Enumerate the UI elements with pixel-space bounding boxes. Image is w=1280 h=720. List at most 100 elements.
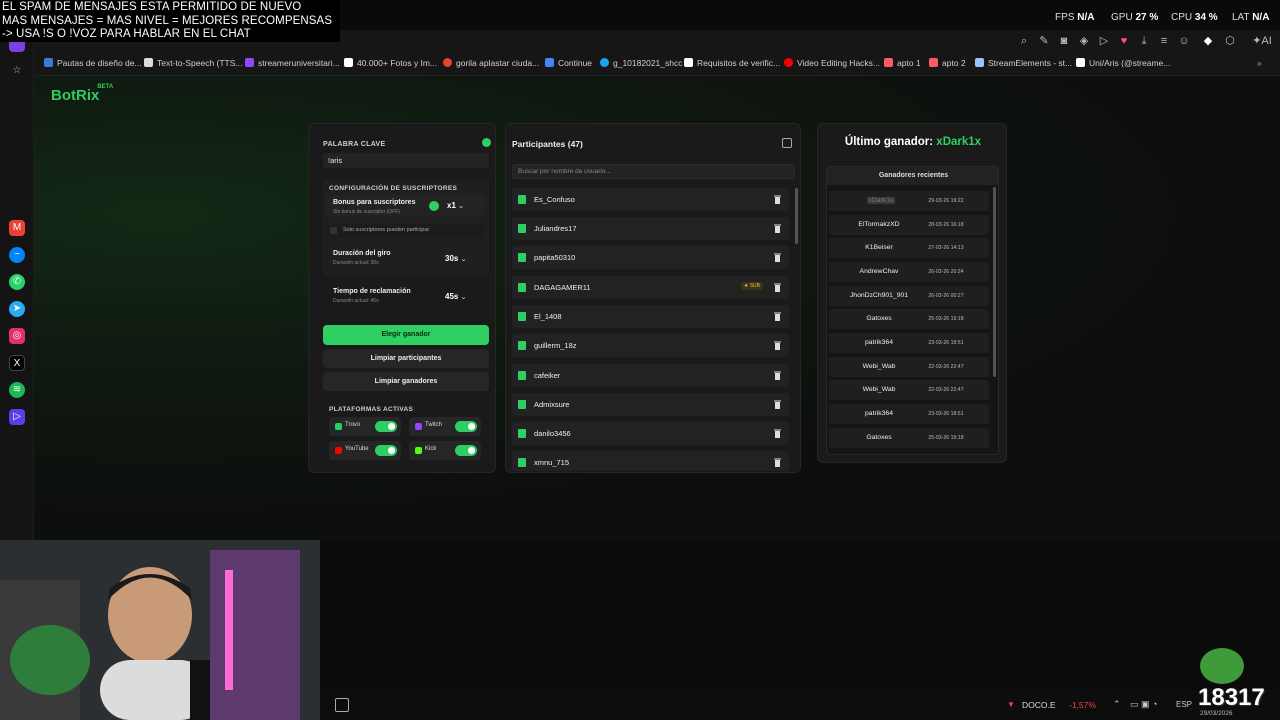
trash-icon[interactable] [774, 253, 781, 262]
more-bookmarks-icon[interactable]: » [1257, 58, 1262, 68]
participant-row: El_1408 [512, 305, 789, 328]
fps-stat: FPS N/A [1055, 12, 1095, 23]
download-icon[interactable]: ⤓ [1137, 34, 1151, 48]
youtube-toggle[interactable] [375, 445, 397, 456]
kick-icon [518, 283, 526, 292]
bonus-title: Bonus para suscriptores [333, 199, 416, 206]
overlay-line: EL SPAM DE MENSAJES ESTA PERMITIDO DE NU… [2, 1, 302, 13]
bookmark-item[interactable]: Continue [545, 58, 592, 68]
kick-icon [518, 400, 526, 409]
trash-icon[interactable] [774, 283, 781, 292]
trash-icon[interactable] [774, 429, 781, 438]
participant-row: cafeiker [512, 364, 789, 387]
spin-hint: Duración actual: 30s [333, 260, 379, 266]
profile-icon[interactable]: ☺ [1177, 34, 1191, 48]
platform-youtube: YouTube [329, 441, 401, 460]
bonus-select[interactable]: x1 ⌄ [447, 201, 464, 210]
winner-row: JhonDzCh901_901 26-03-26 00:27 [829, 286, 989, 306]
spotify-icon[interactable]: ≋ [9, 382, 25, 398]
kick-icon [518, 458, 526, 467]
instagram-icon[interactable]: ◎ [9, 328, 25, 344]
sub-badge: ★ SUB [740, 282, 763, 290]
tray-icons[interactable]: ▭ ▣ ◔ [1130, 699, 1157, 710]
tray-chevron-icon[interactable]: ⌃ [1113, 699, 1121, 710]
windows-taskbar: ▼ DOCO.E -1,57% ⌃ ▭ ▣ ◔ ESP 29/03/2026 1… [320, 648, 1280, 720]
kick-icon [415, 447, 422, 454]
player-icon[interactable]: ▷ [9, 409, 25, 425]
claim-title: Tiempo de reclamación [333, 288, 411, 295]
trash-icon[interactable] [774, 341, 781, 350]
extension-icon[interactable]: ◆ [1201, 34, 1215, 48]
bookmark-item[interactable]: Text-to-Speech (TTS... [144, 58, 243, 68]
clear-participants-button[interactable]: Limpiar participantes [323, 349, 489, 368]
participant-row: DAGAGAMER11 ★ SUB [512, 276, 789, 299]
performance-stats-bar: FPS N/A GPU 27 % CPU 34 % LAT N/A [340, 0, 1280, 30]
bookmark-item[interactable]: Requisitos de verific... [684, 58, 780, 68]
whatsapp-icon[interactable]: ✆ [9, 274, 25, 290]
recent-winners-list: Ganadores recientes xDark1x 29-03-26 19:2… [826, 166, 999, 455]
subs-only-checkbox[interactable] [330, 227, 337, 234]
clear-winners-button[interactable]: Limpiar ganadores [323, 372, 489, 391]
bonus-row: Bonus para suscriptores Sin bonus de sus… [327, 195, 485, 217]
star-icon[interactable]: ☆ [9, 63, 25, 79]
trash-icon[interactable] [774, 400, 781, 409]
trash-icon[interactable] [774, 458, 781, 467]
telegram-icon[interactable]: ➤ [9, 301, 25, 317]
x-twitter-icon[interactable]: X [9, 355, 25, 371]
claim-time-row: Tiempo de reclamación Duración actual: 4… [327, 283, 485, 307]
keyword-input[interactable]: !aris [323, 153, 489, 168]
trash-icon[interactable] [774, 371, 781, 380]
pick-winner-button[interactable]: Elegir ganador [323, 325, 489, 345]
stock-ticker[interactable]: DOCO.E [1022, 700, 1056, 710]
overlay-line: MAS MENSAJES = MAS NIVEL = MEJORES RECOM… [2, 14, 333, 27]
messenger-icon[interactable]: ~ [9, 247, 25, 263]
twitch-toggle[interactable] [455, 421, 477, 432]
platform-twitch: Twitch [409, 417, 481, 436]
menu-icon[interactable]: ≡ [1157, 34, 1171, 48]
spin-duration-select[interactable]: 30s ⌄ [445, 254, 466, 263]
bookmark-item[interactable]: g_10182021_shcc [600, 58, 682, 68]
participant-row: Admixsure [512, 393, 789, 416]
gmail-icon[interactable]: M [9, 220, 25, 236]
platform-trovo: Trovo [329, 417, 401, 436]
settings-icon[interactable]: ⬡ [1223, 34, 1237, 48]
trash-icon[interactable] [774, 224, 781, 233]
claim-time-select[interactable]: 45s ⌄ [445, 292, 466, 301]
camera-icon[interactable]: ◙ [1057, 34, 1071, 48]
pepe-emote-icon [1200, 648, 1244, 684]
bookmark-item[interactable]: 40.000+ Fotos y Im... [344, 58, 437, 68]
copy-icon[interactable] [782, 138, 792, 148]
kick-icon [518, 341, 526, 350]
bookmark-item[interactable]: gorila aplastar ciuda... [443, 58, 539, 68]
search-participants-input[interactable]: Buscar por nombre de usuario... [512, 164, 795, 179]
subs-only-row[interactable]: Solo suscriptores pueden participar [327, 224, 485, 237]
app-taskbar-icon[interactable] [335, 698, 349, 712]
bookmark-item[interactable]: StreamElements - st... [975, 58, 1072, 68]
bookmark-item[interactable]: streameruniversitari... [245, 58, 340, 68]
streamer-webcam [0, 540, 320, 720]
bookmark-item[interactable]: Uni/Aris (@streame... [1076, 58, 1170, 68]
trash-icon[interactable] [774, 195, 781, 204]
trash-icon[interactable] [774, 312, 781, 321]
bookmark-item[interactable]: Pautas de diseño de... [44, 58, 142, 68]
ai-icon[interactable]: ✦AI [1249, 34, 1275, 48]
language-indicator[interactable]: ESP [1176, 700, 1192, 709]
winners-scrollbar[interactable] [993, 187, 996, 377]
trovo-toggle[interactable] [375, 421, 397, 432]
bookmark-item[interactable]: apto 1 [884, 58, 921, 68]
participant-row: xmnu_715 [512, 451, 789, 471]
kick-toggle[interactable] [455, 445, 477, 456]
youtube-icon [335, 447, 342, 454]
winner-row: Webi_Wab 22-03-26 22:47 [829, 380, 989, 400]
heart-icon[interactable]: ♥ [1117, 34, 1131, 48]
botrix-logo[interactable]: BotRixBETA [51, 84, 115, 104]
shield-icon[interactable]: ◈ [1077, 34, 1091, 48]
play-icon[interactable]: ▷ [1097, 34, 1111, 48]
overlay-line: -> USA !S O !VOZ PARA HABLAR EN EL CHAT [2, 28, 251, 40]
search-icon[interactable]: ⌕ [1017, 34, 1031, 48]
participants-scrollbar[interactable] [795, 188, 798, 244]
bookmark-item[interactable]: Video Editing Hacks... [784, 58, 880, 68]
claim-hint: Duración actual: 45s [333, 298, 379, 304]
edit-icon[interactable]: ✎ [1037, 34, 1051, 48]
bookmark-item[interactable]: apto 2 [929, 58, 966, 68]
